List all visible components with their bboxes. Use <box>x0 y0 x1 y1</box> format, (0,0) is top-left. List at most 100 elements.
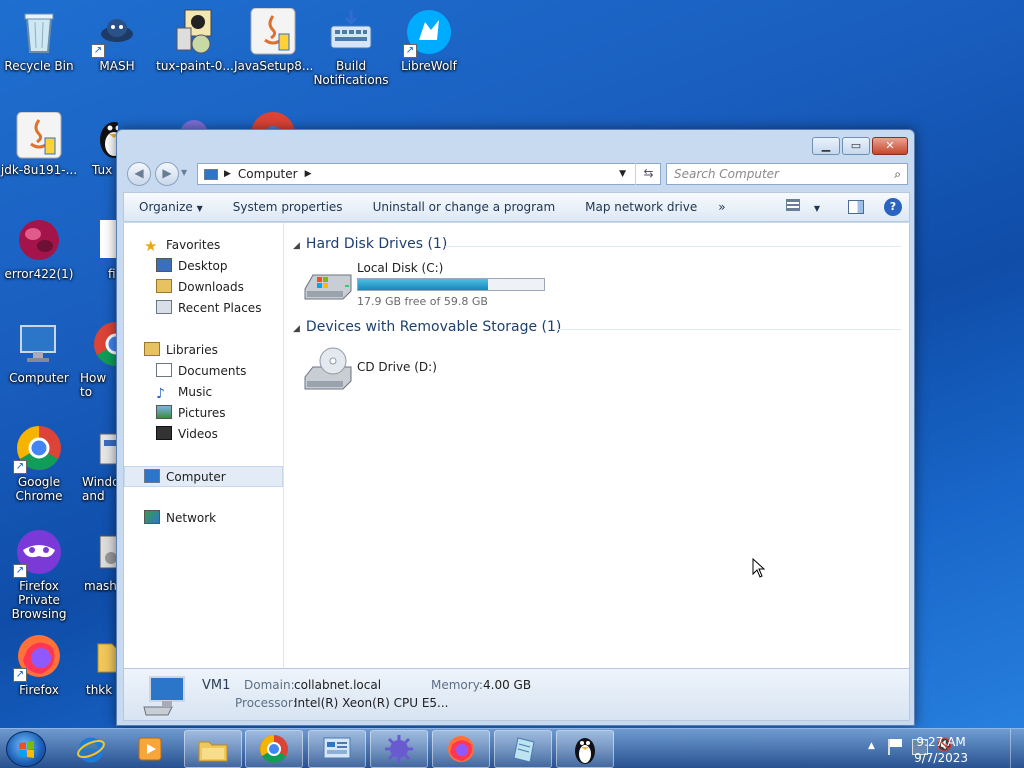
view-options-button[interactable]: ▼ <box>786 199 820 214</box>
desktop-icon-label: Windo and <box>82 475 116 503</box>
nav-label: Network <box>166 511 217 525</box>
nav-music[interactable]: ♪ Music <box>124 382 283 403</box>
explorer-window[interactable]: ▁ ▭ ✕ ◀ ▶ ▼ ▶ Computer ▶ ▼ ⇆ Search Comp… <box>116 129 915 726</box>
desktop-icon-partial[interactable] <box>170 112 218 130</box>
main-pane: ◢ Hard Disk Drives (1) Local Disk (C:) 17… <box>285 223 911 668</box>
breadcrumb-computer[interactable]: Computer <box>238 167 298 181</box>
breadcrumb-separator-icon[interactable]: ▶ <box>224 169 231 179</box>
drive-usage-fill <box>358 279 489 290</box>
show-desktop-button[interactable] <box>1010 729 1024 768</box>
taskbar-chrome[interactable] <box>245 730 303 768</box>
nav-libraries[interactable]: Libraries <box>124 340 283 361</box>
desktop-icon-label: Computer <box>9 371 69 385</box>
music-note-icon: ♪ <box>156 386 165 402</box>
taskbar-gear-app[interactable] <box>370 730 428 768</box>
desktop-icon-firefox[interactable]: ↗ Firefox <box>0 632 78 697</box>
tux-paint-installer-icon <box>171 8 219 56</box>
desktop-icon-partial-chrome[interactable] <box>248 110 298 130</box>
search-input[interactable]: Search Computer ⌕ <box>666 163 908 185</box>
nav-label: Computer <box>166 470 226 484</box>
close-button[interactable]: ✕ <box>872 137 908 155</box>
desktop-icon-build-notifications[interactable]: Build Notifications <box>312 8 390 87</box>
action-center-flag-icon[interactable] <box>888 739 902 755</box>
nav-desktop[interactable]: Desktop <box>124 256 283 277</box>
desktop-icon-google-chrome[interactable]: ↗ Google Chrome <box>0 424 78 503</box>
window-titlebar[interactable]: ▁ ▭ ✕ <box>117 130 914 160</box>
drive-c[interactable]: Local Disk (C:) 17.9 GB free of 59.8 GB <box>303 261 545 308</box>
desktop-icon-label: Firefox Private Browsing <box>11 579 67 621</box>
keyboard-notification-icon <box>327 8 375 56</box>
windows-logo-icon <box>19 741 34 758</box>
more-commands-button[interactable]: » <box>712 200 731 214</box>
desktop-icon-windows[interactable]: Windo and <box>78 424 116 503</box>
computer-small-icon <box>144 469 160 483</box>
group-header-hard-disks[interactable]: ◢ Hard Disk Drives (1) <box>293 236 447 252</box>
drive-name: Local Disk (C:) <box>357 261 444 275</box>
desktop-icon-file[interactable]: fi <box>96 216 116 281</box>
taskbar-control-panel[interactable] <box>308 730 366 768</box>
preview-pane-button[interactable] <box>848 200 864 214</box>
java-icon <box>15 111 63 160</box>
nav-pictures[interactable]: Pictures <box>124 403 283 424</box>
uninstall-program-button[interactable]: Uninstall or change a program <box>358 200 571 214</box>
desktop-icon-mash-file[interactable]: mash <box>78 528 116 593</box>
organize-button[interactable]: Organize ▼ <box>124 200 218 214</box>
minimize-button[interactable]: ▁ <box>812 137 840 155</box>
search-icon[interactable]: ⌕ <box>894 164 901 184</box>
address-bar[interactable]: ▶ Computer ▶ ▼ <box>197 163 661 185</box>
group-title: Hard Disk Drives (1) <box>305 236 448 252</box>
collapse-arrow-icon: ◢ <box>293 324 300 334</box>
desktop-icon-javasetup[interactable]: JavaSetup8... <box>234 7 313 73</box>
nav-favorites[interactable]: ★ Favorites <box>124 235 283 256</box>
help-icon[interactable]: ? <box>884 198 902 216</box>
desktop-icon-firefox-private[interactable]: ↗ Firefox Private Browsing <box>0 528 78 621</box>
mouse-cursor-icon <box>752 558 766 578</box>
desktop-icon-recycle-bin[interactable]: Recycle Bin <box>0 8 78 73</box>
taskbar-ie[interactable] <box>62 730 120 768</box>
desktop-icon-jdk[interactable]: jdk-8u191-... <box>0 111 78 177</box>
group-header-removable[interactable]: ◢ Devices with Removable Storage (1) <box>293 319 561 335</box>
desktop-icon-computer[interactable]: Computer <box>0 320 78 385</box>
nav-recent-places[interactable]: Recent Places <box>124 298 283 319</box>
taskbar-explorer[interactable] <box>184 730 242 768</box>
desktop-icon-howto[interactable]: How to <box>78 320 116 399</box>
drive-usage-bar <box>357 278 545 291</box>
shortcut-arrow-icon: ↗ <box>13 668 27 682</box>
recent-pages-dropdown[interactable]: ▼ <box>181 168 187 177</box>
installer-icon <box>94 528 116 576</box>
control-panel-icon <box>323 737 351 759</box>
nav-network[interactable]: Network <box>124 508 283 529</box>
pictures-icon <box>156 405 172 419</box>
drive-d[interactable]: CD Drive (D:) <box>303 347 533 391</box>
nav-downloads[interactable]: Downloads <box>124 277 283 298</box>
network-icon <box>144 510 160 524</box>
desktop-icon-tux-paint[interactable]: tux-paint-0... <box>156 8 234 73</box>
desktop-icon-tux[interactable]: Tux <box>78 112 118 177</box>
nav-label: Libraries <box>166 343 218 357</box>
map-network-drive-button[interactable]: Map network drive <box>570 200 712 214</box>
nav-videos[interactable]: Videos <box>124 424 283 445</box>
breadcrumb-separator-icon[interactable]: ▶ <box>305 169 312 179</box>
nav-documents[interactable]: Documents <box>124 361 283 382</box>
desktop-icon-error422[interactable]: error422(1) <box>0 216 78 281</box>
desktop-icon-thkk[interactable]: thkk <box>78 632 116 697</box>
nav-computer[interactable]: Computer <box>124 466 283 487</box>
system-properties-button[interactable]: System properties <box>218 200 358 214</box>
desktop-icon-mash[interactable]: ↗ MASH <box>78 8 156 73</box>
address-dropdown-icon[interactable]: ▼ <box>619 169 626 179</box>
clock[interactable]: 9:27 AM 9/7/2023 <box>914 734 968 766</box>
forward-button[interactable]: ▶ <box>155 162 179 186</box>
taskbar-firefox[interactable] <box>432 730 490 768</box>
taskbar-media-player[interactable] <box>122 730 180 768</box>
taskbar-notepad[interactable] <box>494 730 552 768</box>
shortcut-arrow-icon: ↗ <box>403 44 417 58</box>
maximize-button[interactable]: ▭ <box>842 137 870 155</box>
show-hidden-icons-button[interactable]: ▲ <box>868 741 875 751</box>
refresh-button[interactable]: ⇆ <box>635 163 661 185</box>
start-button[interactable] <box>6 731 46 767</box>
desktop-icon-label: Firefox <box>19 683 59 697</box>
chrome-icon <box>251 112 295 130</box>
back-button[interactable]: ◀ <box>127 162 151 186</box>
taskbar-tux[interactable] <box>556 730 614 768</box>
desktop-icon-librewolf[interactable]: ↗ LibreWolf <box>390 8 468 73</box>
